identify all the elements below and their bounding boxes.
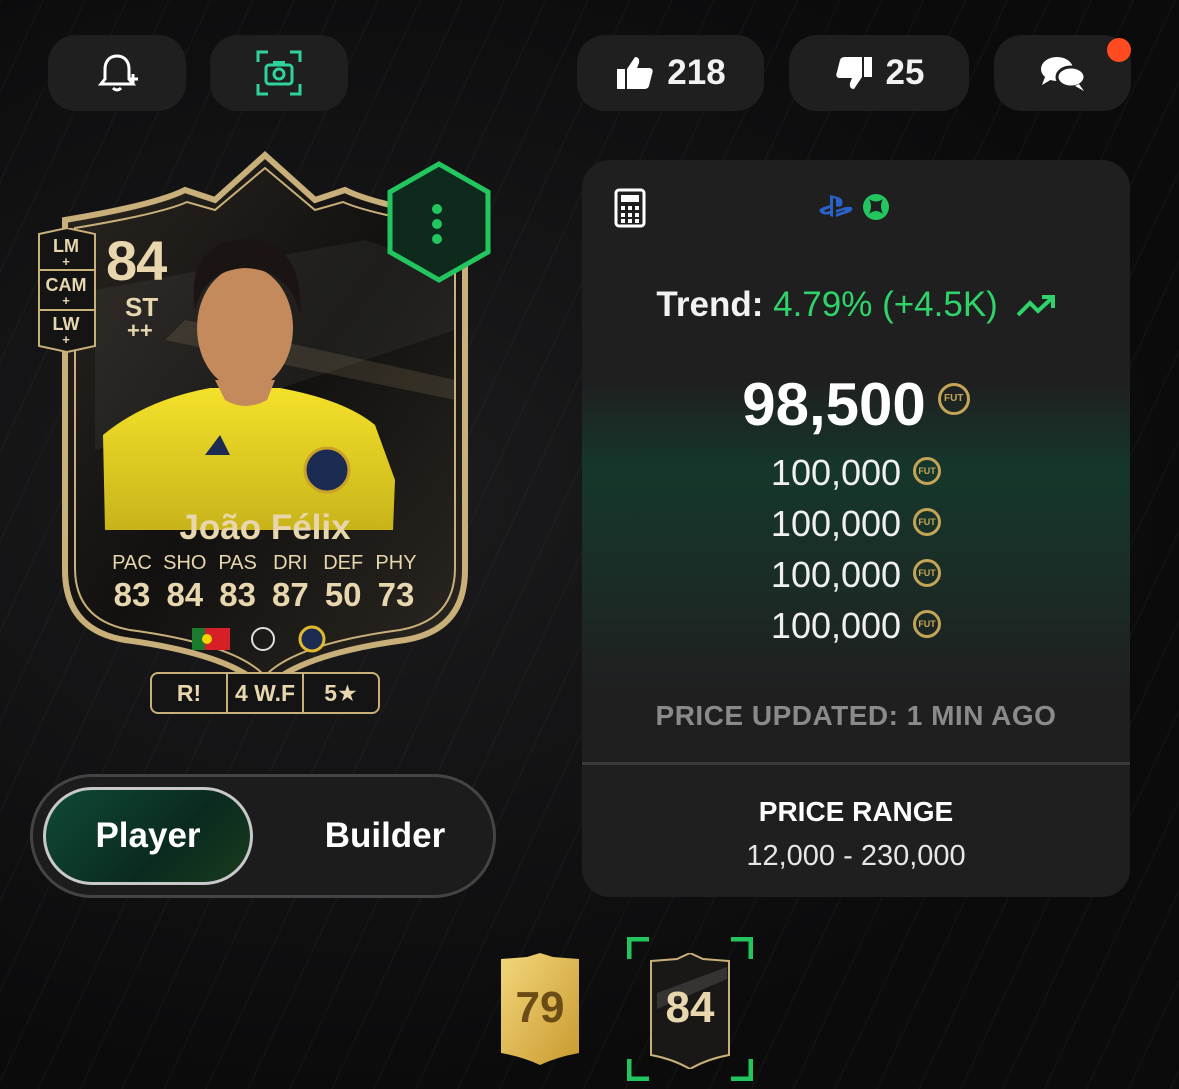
skill-move-chip: R! (152, 674, 228, 712)
dislike-count: 25 (885, 53, 925, 92)
trend-label: Trend: (656, 285, 764, 324)
stat-value: 83 (219, 576, 256, 613)
thumbs-up-icon (617, 57, 653, 89)
stat-value: 50 (324, 576, 362, 613)
xbox-icon (863, 194, 889, 220)
stat-value: 73 (377, 576, 415, 613)
stat-label: PAC (112, 552, 152, 574)
builder-tab[interactable]: Builder (285, 787, 485, 885)
listing-price-4: 100,000 FUT (582, 605, 1130, 647)
player-face (197, 266, 293, 390)
coin-icon: FUT (913, 457, 942, 486)
stat-value: 83 (113, 576, 151, 613)
player-tab[interactable]: Player (43, 787, 253, 885)
camera-scan-icon (256, 50, 302, 96)
alt-position-plus: + (62, 254, 70, 269)
bell-plus-icon (97, 54, 138, 92)
calculator-icon[interactable] (614, 188, 646, 228)
stat-label: SHO (163, 552, 207, 574)
card-chips: R! 4 W.F 5★ (150, 672, 380, 714)
divider (582, 762, 1130, 765)
like-button[interactable]: 218 (577, 35, 764, 111)
alt-position-plus: + (62, 293, 70, 308)
stat-label: DRI (273, 552, 308, 574)
coin-icon: FUT (913, 508, 942, 537)
version-rating: 84 (665, 983, 715, 1032)
platform-selector[interactable] (818, 193, 890, 221)
stat-labels: PAC SHO PAS DRI DEF PHY (106, 552, 422, 575)
listing-price-1: 100,000 FUT (582, 452, 1130, 494)
version-card-gold[interactable]: 79 (497, 953, 583, 1065)
stat-value: 87 (272, 576, 309, 613)
thumbs-down-icon (835, 57, 872, 89)
trending-up-icon (1016, 294, 1055, 317)
alt-position-label: LM (53, 236, 79, 256)
stat-values: 83 84 83 87 50 73 (106, 576, 422, 614)
coin-icon: FUT (913, 610, 942, 639)
stat-label: PHY (375, 552, 417, 574)
price-range-title: PRICE RANGE (758, 796, 954, 827)
card-menu-button[interactable] (384, 160, 494, 284)
like-count: 218 (667, 53, 726, 92)
listing-price: 100,000 (770, 605, 902, 646)
listing-price: 100,000 (770, 554, 902, 595)
price-updated: PRICE UPDATED: 1 MIN AGO (655, 700, 1057, 731)
alt-position-label: CAM (45, 275, 87, 295)
stat-label: PAS (218, 552, 257, 574)
trend-value: 4.79% (+4.5K) (773, 285, 998, 324)
player-name: João Félix (179, 508, 351, 547)
alt-position-2: CAM + (38, 275, 94, 309)
coin-icon: FUT (913, 559, 942, 588)
stat-label: DEF (323, 552, 364, 574)
more-vertical-icon (432, 204, 442, 214)
playstation-icon (819, 195, 853, 217)
alt-position-label: LW (52, 314, 80, 334)
add-alert-button[interactable] (48, 35, 186, 111)
version-card-black[interactable]: 84 (647, 951, 733, 1071)
club-badge-icon (298, 625, 326, 653)
weak-foot-chip: 4 W.F (228, 674, 304, 712)
card-rating: 84 (106, 229, 167, 292)
view-toggle: Player Builder (30, 774, 496, 898)
current-price: 98,500 FUT (582, 370, 1130, 439)
alt-position-3: LW + (38, 314, 94, 348)
star-rating-chip: 5★ (324, 679, 358, 706)
version-rating: 79 (515, 983, 565, 1032)
dislike-button[interactable]: 25 (789, 35, 969, 111)
notification-dot (1107, 38, 1131, 62)
listing-price-3: 100,000 FUT (582, 554, 1130, 596)
current-price-value: 98,500 (742, 371, 926, 438)
coin-icon: FUT (937, 383, 970, 416)
price-range-value: 12,000 - 230,000 (746, 840, 966, 872)
chat-bubbles-icon (1040, 57, 1086, 91)
listing-price-2: 100,000 FUT (582, 503, 1130, 545)
stat-value: 84 (166, 576, 204, 613)
alt-position-plus: + (62, 332, 70, 347)
listing-price: 100,000 (770, 452, 902, 493)
listing-price: 100,000 (770, 503, 902, 544)
alt-position-1: LM + (38, 236, 94, 270)
screenshot-button[interactable] (210, 35, 348, 111)
card-position-plus: ++ (127, 318, 153, 343)
price-panel: Trend: 4.79% (+4.5K) 98,500 FUT 100,000 FU… (582, 160, 1130, 897)
trend-row: Trend: 4.79% (+4.5K) (582, 285, 1130, 325)
